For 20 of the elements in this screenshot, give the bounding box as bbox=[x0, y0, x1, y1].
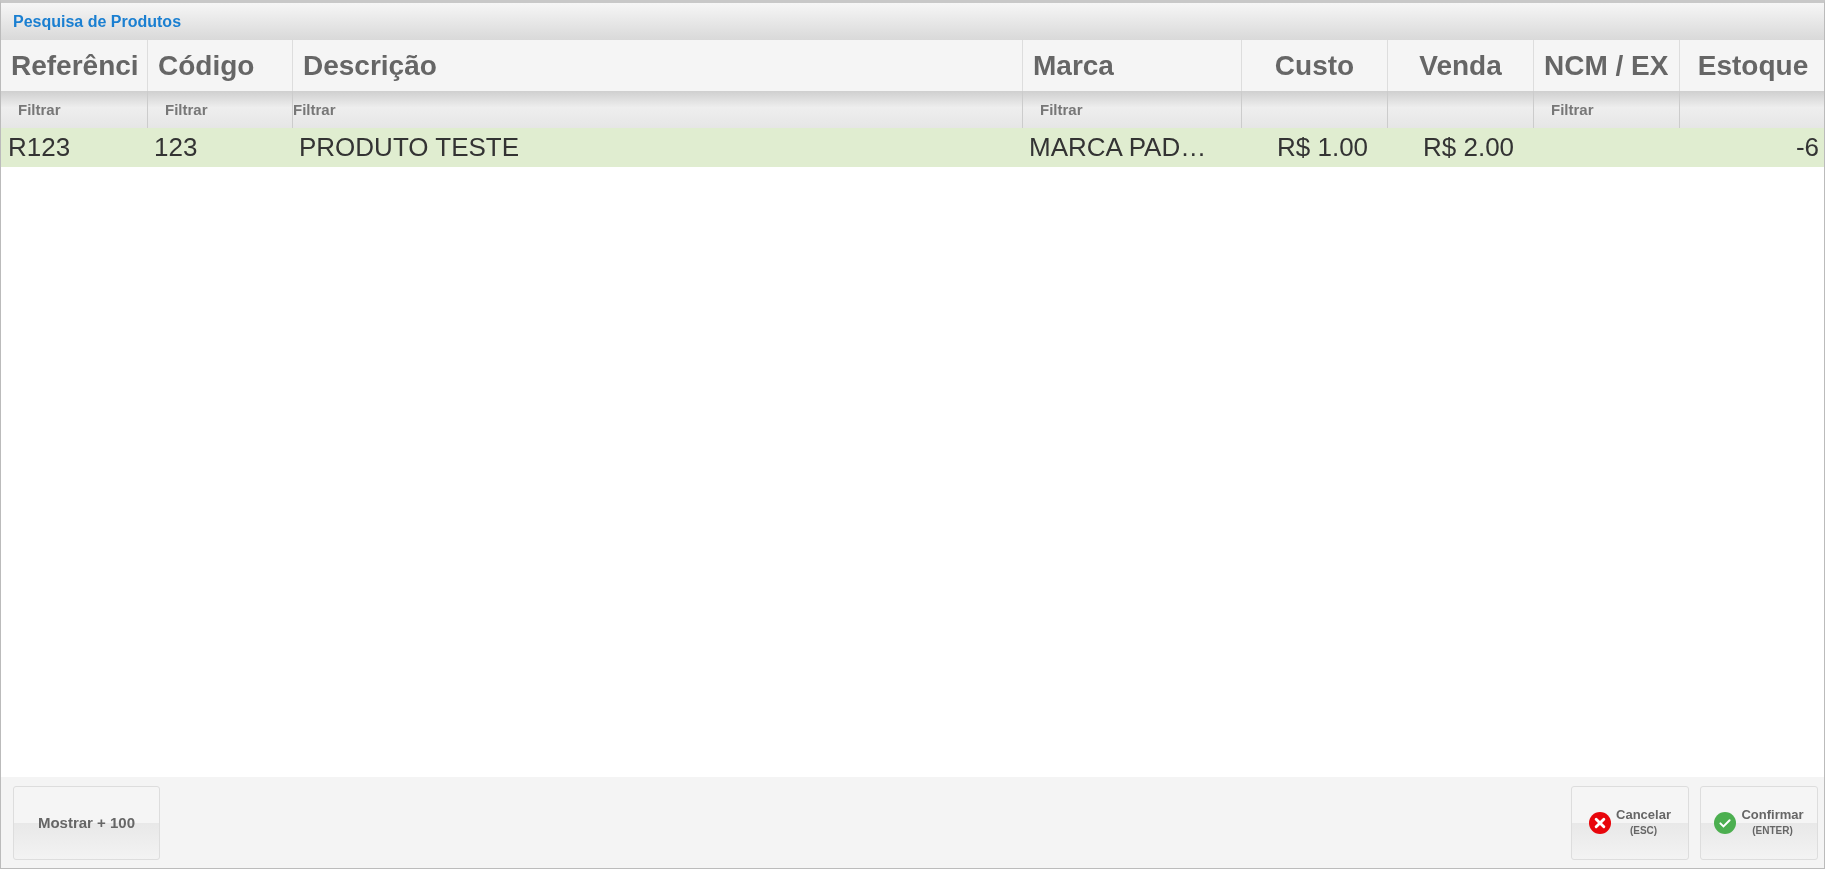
confirm-button[interactable]: Confirmar (ENTER) bbox=[1700, 785, 1818, 860]
window-title: Pesquisa de Produtos bbox=[13, 12, 182, 31]
filter-field[interactable]: Filtrar bbox=[1534, 101, 1679, 118]
check-icon bbox=[1714, 811, 1737, 834]
table-cell: 123 bbox=[154, 132, 198, 163]
table-cell: R123 bbox=[8, 132, 71, 163]
cancel-button[interactable]: Cancelar (ESC) bbox=[1571, 785, 1689, 860]
filter-field[interactable]: Filtrar bbox=[293, 101, 1022, 118]
column-header[interactable]: Referênci bbox=[1, 40, 147, 91]
table-cell: MARCA PAD… bbox=[1029, 132, 1207, 163]
table-cell: R$ 1.00 bbox=[1277, 132, 1369, 163]
show-more-button[interactable]: Mostrar + 100 bbox=[13, 785, 160, 860]
filter-field[interactable]: Filtrar bbox=[1023, 101, 1241, 118]
table-cell: -6 bbox=[1795, 132, 1819, 163]
filter-field[interactable]: Filtrar bbox=[148, 101, 292, 118]
table-cell: PRODUTO TESTE bbox=[299, 132, 520, 163]
table-row[interactable]: R123 123 PRODUTO TESTE MARCA PAD… R$ 1.00 R$ 2.00 -6 bbox=[1, 128, 1824, 167]
filter-field[interactable]: Filtrar bbox=[1, 101, 147, 118]
table-cell: R$ 2.00 bbox=[1423, 132, 1515, 163]
close-icon bbox=[1589, 811, 1612, 834]
